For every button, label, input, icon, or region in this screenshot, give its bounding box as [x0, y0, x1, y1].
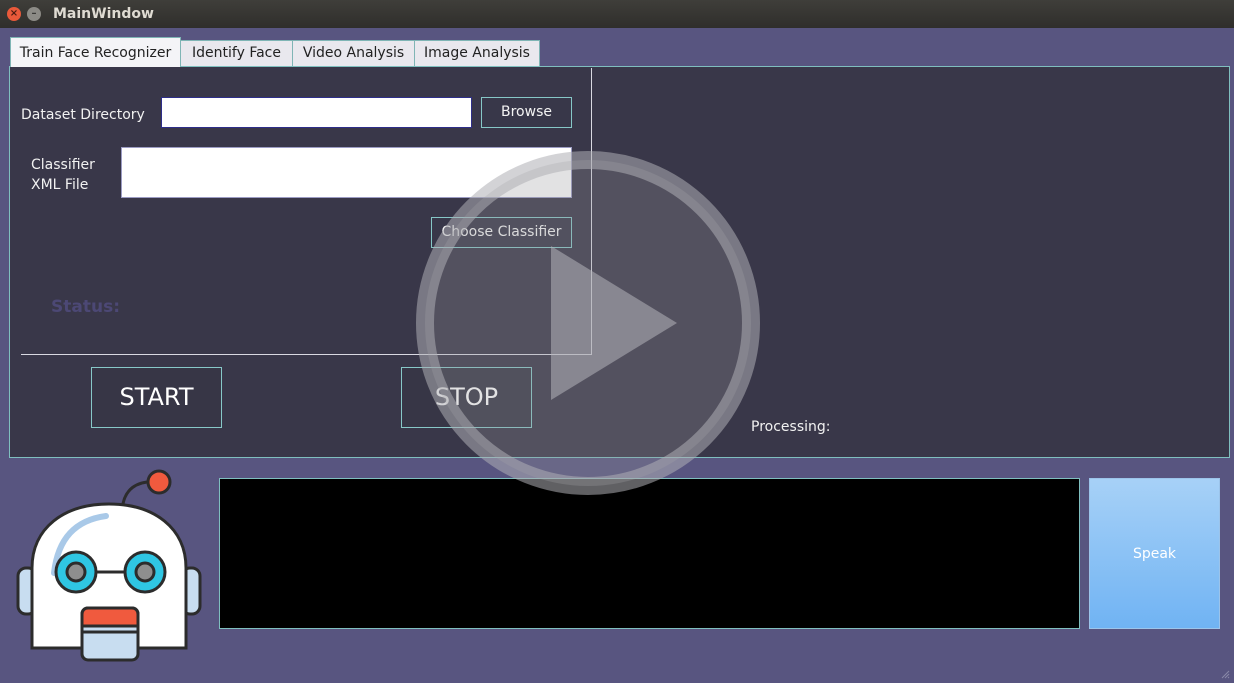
title-bar: × – MainWindow [0, 0, 1234, 28]
dataset-directory-label: Dataset Directory [21, 107, 145, 123]
robot-icon [16, 469, 202, 662]
tab-identify-face[interactable]: Identify Face [180, 40, 293, 66]
horizontal-divider [21, 354, 592, 355]
classifier-xml-input[interactable] [121, 147, 572, 198]
classifier-label-line2: XML File [31, 177, 89, 193]
choose-classifier-button[interactable]: Choose Classifier [431, 217, 572, 248]
vertical-divider [591, 68, 592, 355]
status-label: Status: [51, 297, 120, 317]
speak-button[interactable]: Speak [1089, 478, 1220, 629]
tab-train-face-recognizer[interactable]: Train Face Recognizer [10, 37, 181, 67]
window-title: MainWindow [53, 6, 154, 22]
resize-grip-icon[interactable] [1220, 669, 1230, 679]
dataset-directory-input[interactable] [161, 97, 472, 128]
minimize-window-icon[interactable]: – [27, 7, 41, 21]
processing-label: Processing: [751, 419, 831, 435]
tab-image-analysis[interactable]: Image Analysis [414, 40, 540, 66]
console-output [219, 478, 1080, 629]
start-button[interactable]: START [91, 367, 222, 428]
browse-button[interactable]: Browse [481, 97, 572, 128]
stop-button[interactable]: STOP [401, 367, 532, 428]
classifier-label-line1: Classifier [31, 157, 95, 173]
tab-video-analysis[interactable]: Video Analysis [292, 40, 415, 66]
close-window-icon[interactable]: × [7, 7, 21, 21]
